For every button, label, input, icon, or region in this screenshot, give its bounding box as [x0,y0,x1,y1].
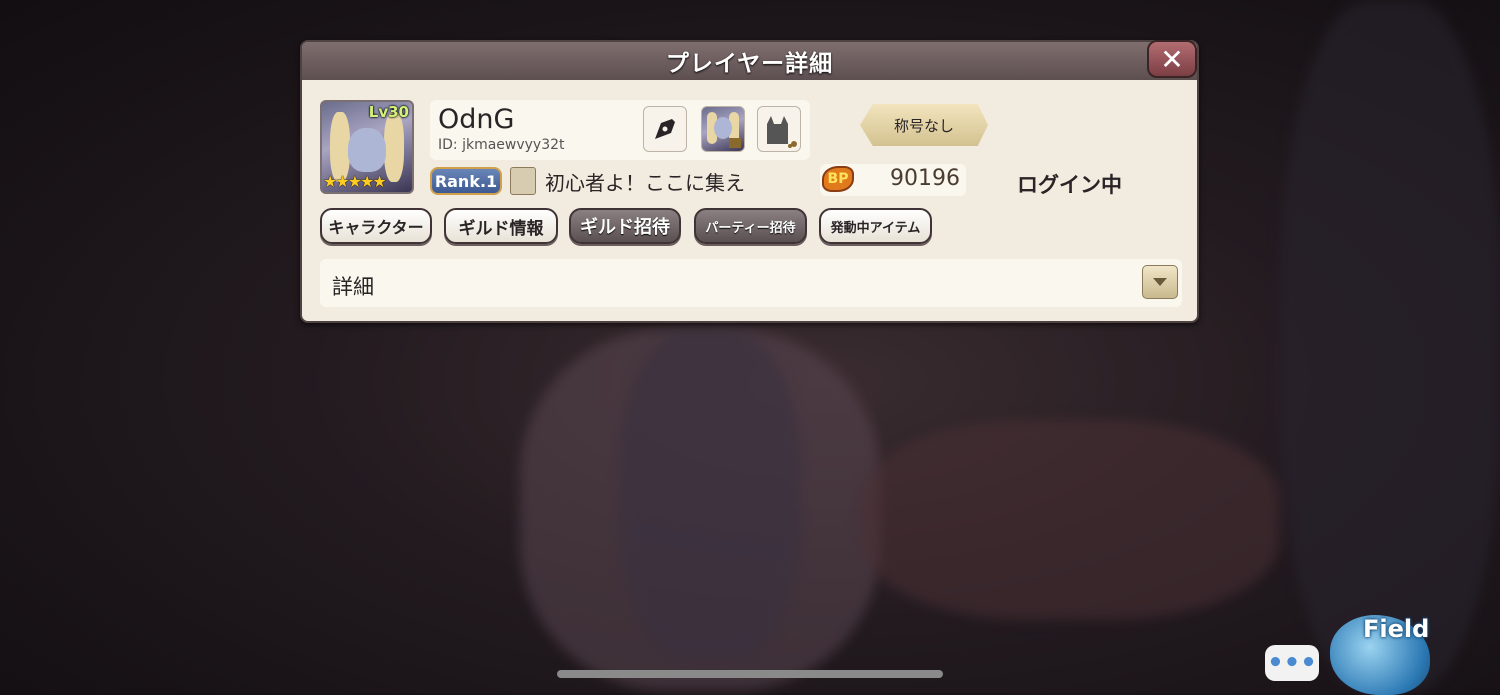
guild-info-button[interactable]: ギルド情報 [444,208,558,244]
expand-dropdown-button[interactable] [1142,265,1178,299]
close-button[interactable]: ✕ [1147,40,1197,78]
player-detail-dialog: プレイヤー詳細 ✕ Lv30 ★★★★★ OdnG ID: jkmaewvyy3… [300,40,1199,323]
player-name: OdnG [438,104,515,135]
chat-button[interactable]: ••• [1265,645,1319,681]
bp-value: 90196 [890,166,960,191]
avatar[interactable]: Lv30 ★★★★★ [320,100,414,194]
detail-label: 詳細 [332,275,374,299]
background-curtain [1280,0,1500,693]
level-badge: Lv30 [368,103,409,121]
detail-section[interactable]: 詳細 [320,259,1182,307]
bp-icon: BP [822,166,854,192]
background-arm [860,420,1280,620]
rank-badge: Rank.1 [430,167,502,195]
character-portrait-button[interactable] [701,106,745,152]
pen-icon [655,119,675,139]
bp-display: BP 90196 [820,164,966,196]
dialog-title: プレイヤー詳細 [302,42,1197,80]
title-tag-label: 称号なし [860,104,988,146]
player-id: ID: jkmaewvyy32t [438,137,565,153]
guild-name: 初心者よ！ここに集え [545,171,745,195]
avatar-hair [384,112,404,182]
player-title-tag[interactable]: 称号なし [860,104,1000,146]
edit-pen-button[interactable] [643,106,687,152]
character-tab-button[interactable]: キャラクター [320,208,432,244]
guild-emblem-icon [510,167,536,195]
cat-icon [767,116,797,148]
name-panel: OdnG ID: jkmaewvyy32t [430,100,810,160]
character-portrait-icon [707,112,741,148]
login-status: ログイン中 [1017,173,1122,197]
background-figure [620,330,800,660]
avatar-face [348,128,386,172]
chevron-down-icon [1153,278,1167,286]
party-invite-button[interactable]: パーティー招待 [694,208,807,244]
field-button[interactable]: Field [1330,605,1440,695]
home-indicator[interactable] [557,670,943,678]
active-items-button[interactable]: 発動中アイテム [819,208,932,244]
pet-button[interactable] [757,106,801,152]
guild-invite-button[interactable]: ギルド招待 [569,208,681,244]
field-label: Field [1363,615,1430,643]
rarity-stars: ★★★★★ [323,172,387,191]
